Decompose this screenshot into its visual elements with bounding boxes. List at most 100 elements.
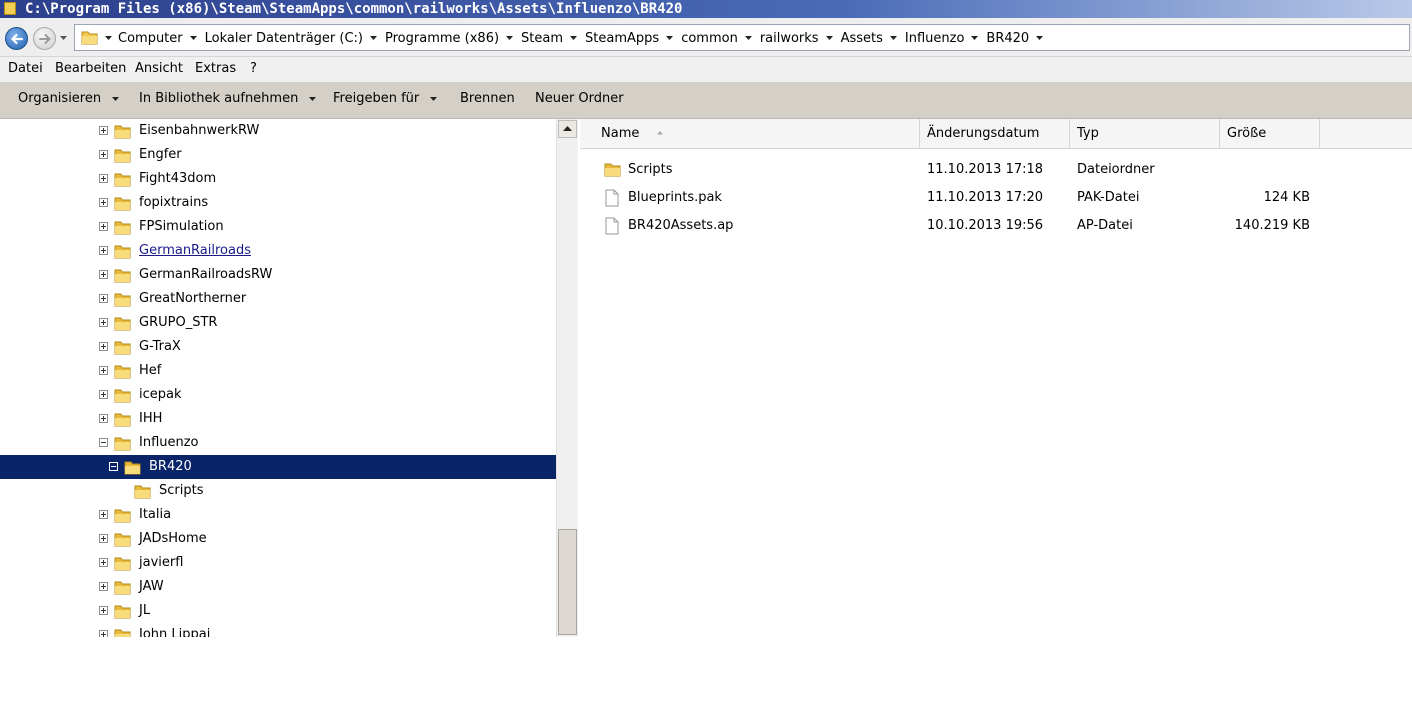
scroll-up-button[interactable] bbox=[558, 120, 577, 138]
tree-item[interactable]: FPSimulation bbox=[0, 215, 556, 239]
tree-item[interactable]: JAW bbox=[0, 575, 556, 599]
breadcrumb-item[interactable]: Assets bbox=[841, 31, 898, 46]
tree-scrollbar[interactable] bbox=[556, 119, 578, 637]
add-to-library-button[interactable]: In Bibliothek aufnehmen bbox=[139, 91, 317, 106]
tree-item[interactable]: Italia bbox=[0, 503, 556, 527]
expand-icon[interactable] bbox=[99, 534, 108, 543]
tree-item[interactable]: IHH bbox=[0, 407, 556, 431]
breadcrumb-item[interactable]: railworks bbox=[760, 31, 834, 46]
expand-icon[interactable] bbox=[99, 414, 108, 423]
tree-item[interactable]: JADsHome bbox=[0, 527, 556, 551]
menu-bearbeiten[interactable]: Bearbeiten bbox=[55, 61, 126, 76]
expand-icon[interactable] bbox=[99, 150, 108, 159]
breadcrumb-item[interactable]: Lokaler Datenträger (C:) bbox=[205, 31, 378, 46]
breadcrumb-item[interactable]: BR420 bbox=[986, 31, 1044, 46]
chevron-down-icon[interactable] bbox=[665, 35, 674, 41]
tree-item[interactable]: Fight43dom bbox=[0, 167, 556, 191]
breadcrumb-item[interactable]: Programme (x86) bbox=[385, 31, 514, 46]
file-row[interactable]: BR420Assets.ap 10.10.2013 19:56 AP-Datei 14… bbox=[580, 213, 1412, 239]
tree-item[interactable]: Influenzo bbox=[0, 431, 556, 455]
breadcrumb-item[interactable]: Computer bbox=[118, 31, 198, 46]
tree-item-label: Engfer bbox=[139, 147, 182, 162]
tree-item[interactable]: fopixtrains bbox=[0, 191, 556, 215]
chevron-down-icon[interactable] bbox=[825, 35, 834, 41]
share-with-button[interactable]: Freigeben für bbox=[333, 91, 438, 106]
file-row[interactable]: Blueprints.pak 11.10.2013 17:20 PAK-Datei 1… bbox=[580, 185, 1412, 211]
tree-item[interactable]: icepak bbox=[0, 383, 556, 407]
menu-help[interactable]: ? bbox=[250, 61, 257, 76]
expand-icon[interactable] bbox=[99, 222, 108, 231]
tree-item-label: GermanRailroads bbox=[139, 243, 251, 258]
expand-icon[interactable] bbox=[99, 174, 108, 183]
folder-icon bbox=[114, 413, 131, 427]
chevron-down-icon[interactable] bbox=[744, 35, 753, 41]
file-row[interactable]: Scripts 11.10.2013 17:18 Dateiordner bbox=[580, 157, 1412, 183]
menu-datei[interactable]: Datei bbox=[8, 61, 43, 76]
new-folder-button[interactable]: Neuer Ordner bbox=[535, 91, 624, 106]
chevron-down-icon[interactable] bbox=[970, 35, 979, 41]
column-type[interactable]: Typ bbox=[1070, 119, 1220, 148]
tree-item[interactable]: John Lippai bbox=[0, 623, 556, 637]
folder-icon bbox=[114, 437, 131, 451]
column-date[interactable]: Änderungsdatum bbox=[920, 119, 1070, 148]
tree-item[interactable]: G-TraX bbox=[0, 335, 556, 359]
tree-item[interactable]: GRUPO_STR bbox=[0, 311, 556, 335]
expand-icon[interactable] bbox=[99, 126, 108, 135]
expand-icon[interactable] bbox=[99, 510, 108, 519]
expand-icon[interactable] bbox=[99, 558, 108, 567]
expand-icon[interactable] bbox=[99, 198, 108, 207]
organize-button[interactable]: Organisieren bbox=[18, 91, 120, 106]
burn-button[interactable]: Brennen bbox=[460, 91, 515, 106]
tree-item-label: JAW bbox=[139, 579, 164, 594]
menu-ansicht[interactable]: Ansicht bbox=[135, 61, 183, 76]
chevron-down-icon[interactable] bbox=[1035, 35, 1044, 41]
folder-icon bbox=[114, 293, 131, 307]
column-name[interactable]: Name bbox=[594, 119, 920, 148]
column-size[interactable]: Größe bbox=[1220, 119, 1320, 148]
tree-item[interactable]: Hef bbox=[0, 359, 556, 383]
forward-button[interactable] bbox=[33, 27, 56, 50]
collapse-icon[interactable] bbox=[109, 462, 118, 471]
expand-icon[interactable] bbox=[99, 246, 108, 255]
expand-icon[interactable] bbox=[99, 582, 108, 591]
expand-icon[interactable] bbox=[99, 606, 108, 615]
collapse-icon[interactable] bbox=[99, 438, 108, 447]
chevron-down-icon[interactable] bbox=[505, 35, 514, 41]
expand-icon[interactable] bbox=[99, 294, 108, 303]
tree-item[interactable]: Engfer bbox=[0, 143, 556, 167]
expand-icon[interactable] bbox=[99, 390, 108, 399]
title-bar[interactable]: C:\Program Files (x86)\Steam\SteamApps\c… bbox=[0, 0, 1412, 18]
chevron-down-icon[interactable] bbox=[569, 35, 578, 41]
breadcrumb-item[interactable]: Steam bbox=[521, 31, 578, 46]
expand-icon[interactable] bbox=[99, 630, 108, 637]
folder-icon bbox=[114, 629, 131, 637]
expand-icon[interactable] bbox=[99, 318, 108, 327]
chevron-down-icon[interactable] bbox=[889, 35, 898, 41]
tree-item-label: javierfl bbox=[139, 555, 184, 570]
tree-item[interactable]: BR420 bbox=[0, 455, 556, 479]
tree-item[interactable]: javierfl bbox=[0, 551, 556, 575]
tree-item[interactable]: EisenbahnwerkRW bbox=[0, 119, 556, 143]
back-button[interactable] bbox=[5, 27, 28, 50]
tree-item[interactable]: JL bbox=[0, 599, 556, 623]
menu-extras[interactable]: Extras bbox=[195, 61, 236, 76]
forward-arrow-icon bbox=[39, 34, 51, 44]
folder-icon bbox=[114, 339, 132, 360]
chevron-down-icon[interactable] bbox=[369, 35, 378, 41]
chevron-down-icon[interactable] bbox=[189, 35, 198, 41]
tree-item[interactable]: GermanRailroadsRW bbox=[0, 263, 556, 287]
breadcrumb-item[interactable]: Influenzo bbox=[905, 31, 980, 46]
tree-item[interactable]: GreatNortherner bbox=[0, 287, 556, 311]
tree-item[interactable]: GermanRailroads bbox=[0, 239, 556, 263]
column-type-label: Typ bbox=[1077, 126, 1099, 141]
tree-item[interactable]: Scripts bbox=[0, 479, 556, 503]
address-bar[interactable]: Computer Lokaler Datenträger (C:) Programm… bbox=[74, 24, 1410, 51]
scroll-thumb[interactable] bbox=[558, 529, 577, 635]
breadcrumb-item[interactable]: SteamApps bbox=[585, 31, 674, 46]
expand-icon[interactable] bbox=[99, 270, 108, 279]
recent-pages-dropdown[interactable] bbox=[59, 35, 68, 41]
expand-icon[interactable] bbox=[99, 366, 108, 375]
breadcrumb-item[interactable]: common bbox=[681, 31, 753, 46]
expand-icon[interactable] bbox=[99, 342, 108, 351]
chevron-down-icon[interactable] bbox=[104, 35, 113, 41]
